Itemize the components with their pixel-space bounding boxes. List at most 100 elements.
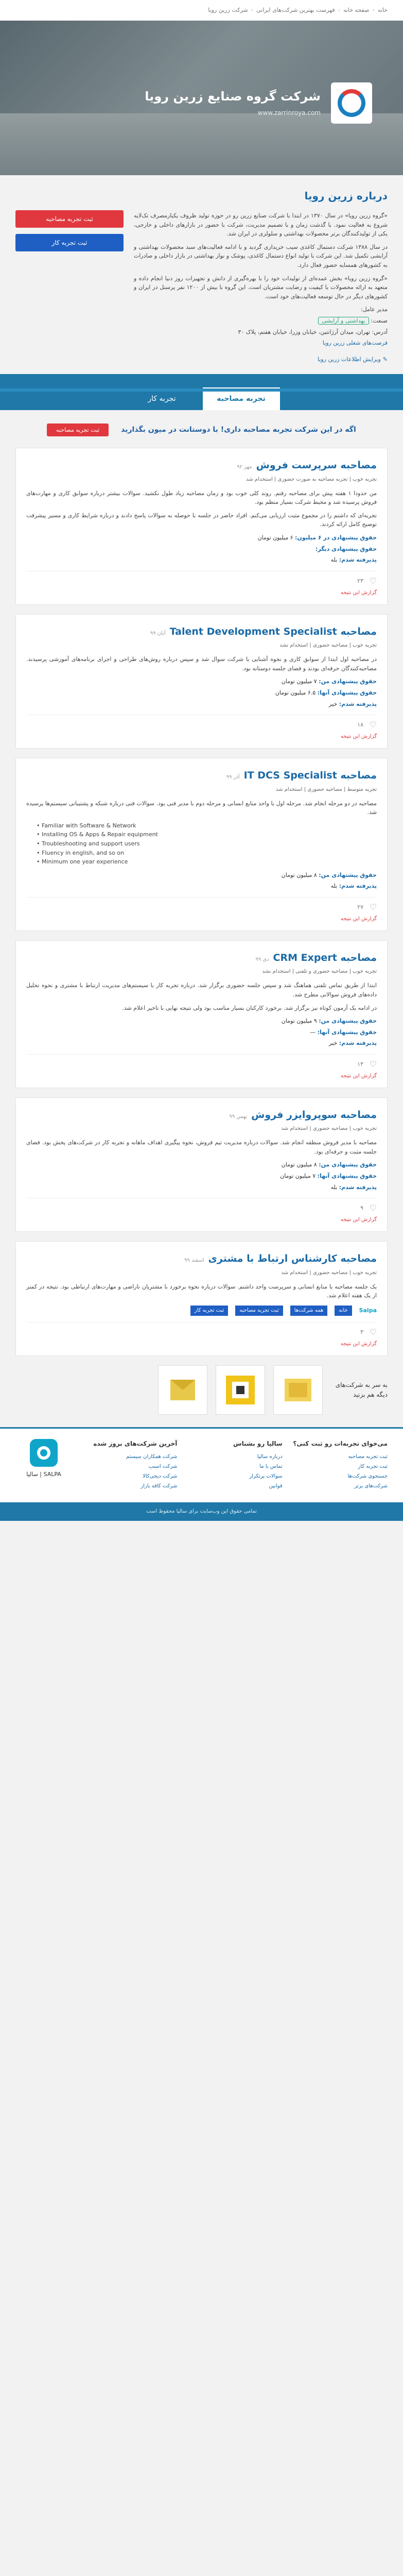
- requirement-item: Troubleshooting and support users: [37, 839, 377, 849]
- salpa-nav-item[interactable]: همه شرکت‌ها: [290, 1305, 328, 1316]
- footer-link[interactable]: قوانین: [186, 1482, 283, 1490]
- similar-companies: به سر به شرکت‌های دیگه هم بزنید: [15, 1365, 388, 1415]
- interview-title[interactable]: مصاحبه کارشناس ارتباط با مشتری: [208, 1251, 377, 1266]
- salpa-brand[interactable]: Salpa: [359, 1306, 377, 1315]
- footer-brand[interactable]: SALPA | سالپا: [15, 1438, 72, 1492]
- interview-title[interactable]: مصاحبه IT DCS Specialist: [244, 768, 377, 783]
- write-interview-button[interactable]: ثبت تجربه مصاحبه: [15, 210, 124, 228]
- write-experience-button[interactable]: ثبت تجربه کار: [15, 234, 124, 251]
- breadcrumb-item[interactable]: صفحه خانه: [343, 6, 370, 15]
- breadcrumb-item[interactable]: فهرست بهترین شرکت‌های ایرانی: [256, 6, 335, 15]
- interview-field: پذیرفته شدم: بله: [330, 1183, 377, 1191]
- interview-title[interactable]: مصاحبه سوپروایزر فروش: [251, 1107, 377, 1123]
- heart-icon[interactable]: ♡: [367, 576, 377, 586]
- tabs-band: تجربه مصاحبه تجربه کار: [0, 374, 403, 411]
- report-link[interactable]: گزارش این نتیجه: [26, 1216, 377, 1224]
- interview-title[interactable]: مصاحبه سرپرست فروش: [256, 457, 377, 473]
- interview-field: حقوق پیشنهادی آنها: ۶.۵ میلیون تومان: [275, 689, 377, 697]
- similar-company-thumb[interactable]: [158, 1365, 207, 1415]
- footer-link[interactable]: سوالات پرتکرار: [186, 1472, 282, 1481]
- footer-link[interactable]: جستجوی شرکت‌ها: [292, 1472, 388, 1481]
- industry-row: صنعت:بهداشتی و آرایشی: [134, 316, 388, 326]
- about-paragraph: «گروه زرین رویا» در سال ۱۳۷۰ در ابتدا با…: [134, 212, 388, 238]
- report-link[interactable]: گزارش این نتیجه: [26, 915, 377, 923]
- interview-field: حقوق پیشنهادی آنها: —: [310, 1028, 377, 1036]
- salpa-nav-item[interactable]: ثبت تجربه کار: [190, 1305, 229, 1316]
- heart-icon[interactable]: ♡: [367, 1327, 377, 1337]
- footer-column: سالپا رو بشناس درباره سالپا تماس با ما س…: [186, 1439, 283, 1492]
- like-count: ۲۷: [357, 904, 363, 911]
- interview-summary: تجربه خوب | مصاحبه حضوری و تلفنی | استخد…: [262, 969, 377, 975]
- like-count: ۱۳: [357, 1061, 363, 1068]
- breadcrumb: خانه › صفحه خانه › فهرست بهترین شرکت‌های ا…: [0, 0, 403, 21]
- report-link[interactable]: گزارش این نتیجه: [26, 1072, 377, 1080]
- cta-question: اگه در این شرکت تجربه مصاحبه داری! با دو…: [121, 426, 356, 434]
- footer-link[interactable]: شرکت دیجی‌کالا: [81, 1472, 177, 1481]
- ceo-row: مدیر عامل:: [360, 306, 388, 313]
- like-count: ۱۸: [357, 721, 363, 728]
- footer-link[interactable]: ثبت تجربه مصاحبه: [292, 1453, 388, 1461]
- interview-date: بهمن ۹۹: [229, 1113, 248, 1120]
- interview-body: من حدودا ۱ هفته پیش برای مصاحبه رفتم. رو…: [26, 489, 377, 506]
- footer-link[interactable]: ثبت تجربه کار: [292, 1463, 388, 1471]
- interview-card: مصاحبه سوپروایزر فروش بهمن ۹۹ تجربه خوب | …: [15, 1097, 388, 1232]
- requirement-item: Familiar with Software & Network: [37, 821, 377, 831]
- footer-link[interactable]: تماس با ما: [186, 1463, 282, 1471]
- footer-link[interactable]: درباره سالپا: [186, 1453, 283, 1461]
- interview-field: حقوق پیشنهادی من: ۸ میلیون تومان: [281, 871, 377, 878]
- report-link[interactable]: گزارش این نتیجه: [26, 733, 377, 741]
- cta-button[interactable]: ثبت تجربه مصاحبه: [47, 423, 109, 437]
- interview-title[interactable]: مصاحبه Talent Development Specialist: [170, 624, 377, 639]
- pencil-icon: ✎: [382, 355, 388, 363]
- requirement-item: Minimum one year experience: [37, 857, 377, 867]
- interview-body: مصاحبه در دو مرحله انجام شد. مرحله اول ب…: [26, 800, 377, 816]
- footer-column: می‌خوای تجربه‌ات رو ثبت کنی؟ ثبت تجربه م…: [292, 1439, 388, 1492]
- interview-title[interactable]: مصاحبه CRM Expert: [273, 950, 377, 965]
- breadcrumb-item[interactable]: خانه: [378, 6, 388, 15]
- heart-icon[interactable]: ♡: [367, 1059, 377, 1069]
- interview-body: ابتدا از طریق تماس تلفنی هماهنگ شد و سپس…: [26, 982, 377, 998]
- edit-link[interactable]: ✎ ویرایش اطلاعات زرین رویا: [134, 355, 388, 364]
- interview-date: آذر ۹۹: [226, 774, 240, 781]
- heart-icon[interactable]: ♡: [367, 1204, 377, 1213]
- about-heading: درباره زرین رویا: [304, 190, 388, 202]
- salpa-nav-item[interactable]: خانه: [335, 1305, 352, 1316]
- report-link[interactable]: گزارش این نتیجه: [26, 1340, 377, 1348]
- jobs-link[interactable]: فرصت‌های شغلی زرین رویا: [134, 338, 388, 348]
- interview-field: پذیرفته شدم: خیر: [329, 1040, 377, 1047]
- footer-link[interactable]: شرکت اسنپ: [81, 1463, 178, 1471]
- address: آدرس: تهران، میدان آرژانتین، خیابان وزرا…: [238, 328, 388, 335]
- interview-date: دی ۹۹: [255, 956, 269, 962]
- interview-body: در مصاحبه اول ابتدا از سوابق کاری و نحوه…: [26, 656, 377, 672]
- salpa-nav-item[interactable]: ثبت تجربه مصاحبه: [235, 1305, 283, 1316]
- like-count: ۹: [360, 1205, 363, 1212]
- company-website[interactable]: www.zarrinroya.com: [258, 108, 321, 118]
- interview-card: مصاحبه Talent Development Specialist آبان…: [15, 614, 388, 749]
- report-link[interactable]: گزارش این نتیجه: [26, 589, 377, 597]
- interview-card: مصاحبه IT DCS Specialist آذر ۹۹ تجربه متوس…: [15, 758, 388, 931]
- like-count: ۲۳: [357, 578, 363, 585]
- interview-date: آبان ۹۹: [150, 630, 166, 636]
- footer-link[interactable]: شرکت کافه بازار: [81, 1482, 177, 1490]
- heart-icon[interactable]: ♡: [367, 720, 377, 730]
- interview-field: حقوق پیشنهادی آنها: ۷ میلیون تومان: [280, 1173, 377, 1180]
- copyright: تمامی حقوق این وب‌سایت برای سالپا محفوظ …: [0, 1502, 403, 1521]
- requirements-list: Familiar with Software & NetworkInstalli…: [37, 821, 377, 867]
- similar-company-thumb[interactable]: [273, 1365, 323, 1415]
- footer-link[interactable]: شرکت‌های برتر: [292, 1482, 388, 1490]
- requirement-item: Installing OS & Apps & Repair equipment: [37, 830, 377, 839]
- heart-icon[interactable]: ♡: [367, 902, 377, 912]
- requirement-item: Fluency in english, and so on: [37, 849, 377, 858]
- interview-field: پذیرفته شدم: بله: [330, 883, 377, 890]
- footer: می‌خوای تجربه‌ات رو ثبت کنی؟ ثبت تجربه م…: [0, 1427, 403, 1503]
- similar-company-thumb[interactable]: [216, 1365, 265, 1415]
- interview-body: یک جلسه مصاحبه با منابع انسانی و سرپرست …: [26, 1283, 377, 1299]
- footer-link[interactable]: شرکت همکاران سیستم: [81, 1453, 177, 1461]
- industry-tag[interactable]: بهداشتی و آرایشی: [318, 316, 369, 325]
- interview-field: حقوق پیشنهادی من: ۷ میلیون تومان: [281, 678, 377, 685]
- interview-field: حقوق پیشنهادی من: ۸ میلیون تومان: [281, 1161, 377, 1168]
- interview-body: در ادامه یک آزمون کوتاه نیز برگزار شد. ب…: [122, 1004, 377, 1011]
- salpa-logo-icon: [30, 1438, 58, 1467]
- interview-date: اسفند ۹۹: [184, 1258, 204, 1264]
- company-hero: شرکت گروه صنایع زرین رویا www.zarrinroya…: [0, 21, 403, 175]
